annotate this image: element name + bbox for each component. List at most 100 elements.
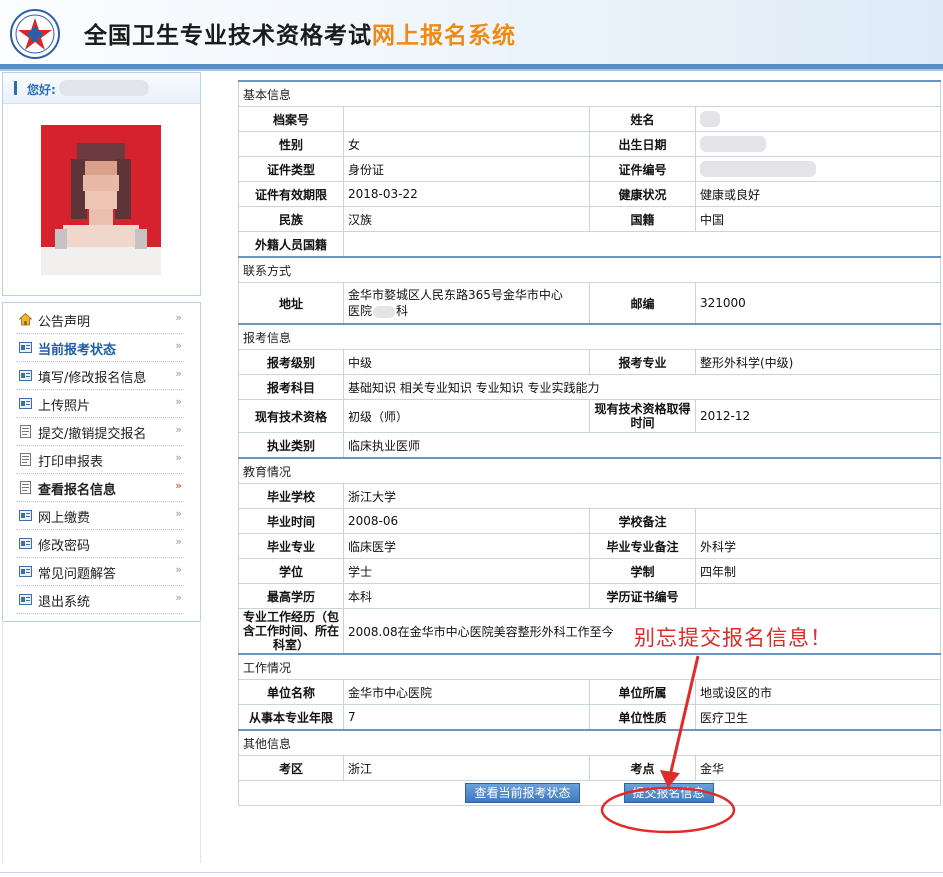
- section-row: 联系方式: [237, 256, 942, 283]
- chevron-right-icon: »: [175, 339, 182, 352]
- document-icon: [20, 425, 31, 438]
- field-label: 证件类型: [238, 156, 344, 182]
- field-value: 四年制: [694, 558, 942, 584]
- table-row: 报考科目 基础知识 相关专业知识 专业知识 专业实践能力: [238, 374, 942, 400]
- nav-item-current-status[interactable]: 当前报考状态 »: [16, 334, 184, 362]
- nav-label: 提交/撤销提交报名: [38, 427, 147, 442]
- nav-label: 公告声明: [38, 315, 91, 330]
- nav-item-online-payment[interactable]: 网上缴费 »: [16, 502, 184, 530]
- card-icon: [19, 594, 32, 605]
- field-label: 执业类别: [238, 432, 344, 459]
- system-title: 全国卫生专业技术资格考试网上报名系统: [84, 16, 516, 50]
- table-row: 专业工作经历（包含工作时间、所在科室） 2008.08在金华市中心医院美容整形外…: [238, 608, 942, 655]
- nav-item-print-form[interactable]: 打印申报表 »: [16, 446, 184, 474]
- field-label: 现有技术资格: [238, 399, 344, 433]
- nav-item-view-info[interactable]: 查看报名信息 »: [16, 474, 184, 502]
- nav-label: 打印申报表: [38, 455, 104, 470]
- greeting-label: 您好:: [27, 83, 56, 97]
- chevron-right-icon: »: [175, 423, 182, 436]
- field-value: [694, 508, 942, 534]
- section-row: 报考信息: [237, 323, 942, 350]
- field-value: 身份证: [343, 156, 590, 182]
- header-banner: 全国卫生专业技术资格考试网上报名系统: [0, 0, 943, 64]
- table-row: 民族 汉族 国籍 中国: [238, 206, 942, 232]
- nav-item-change-password[interactable]: 修改密码 »: [16, 530, 184, 558]
- section-row: 基本信息: [237, 80, 942, 107]
- nav-item-announcement[interactable]: 公告声明 »: [16, 306, 184, 334]
- field-label: 地址: [238, 282, 344, 325]
- field-value: 2012-12: [694, 399, 942, 433]
- user-bar: 您好:: [3, 73, 200, 104]
- table-row: 地址 金华市婺城区人民东路365号金华市中心 医院 科 邮编 321000: [238, 282, 942, 325]
- chevron-right-icon: »: [175, 563, 182, 576]
- section-title-exam: 报考信息: [237, 323, 942, 350]
- address-line2b: 科: [396, 304, 409, 318]
- title-accent-text: 网上报名系统: [372, 23, 516, 49]
- section-title-education: 教育情况: [237, 457, 942, 484]
- field-value: 2008-06: [343, 508, 590, 534]
- field-value: 健康或良好: [694, 181, 942, 207]
- card-icon: [19, 538, 32, 549]
- table-row: 证件有效期限 2018-03-22 健康状况 健康或良好: [238, 181, 942, 207]
- field-label: 外籍人员国籍: [238, 231, 344, 258]
- field-label: 现有技术资格取得时间: [589, 399, 696, 433]
- birth-value-redacted: [694, 131, 942, 157]
- field-label: 毕业时间: [238, 508, 344, 534]
- user-panel: 您好:: [2, 72, 201, 296]
- document-icon: [20, 481, 31, 494]
- nav-item-edit-info[interactable]: 填写/修改报名信息 »: [16, 362, 184, 390]
- table-row: 证件类型 身份证 证件编号: [238, 156, 942, 182]
- field-label: 毕业专业: [238, 533, 344, 559]
- field-label: 性别: [238, 131, 344, 157]
- nav-label: 修改密码: [38, 539, 91, 554]
- nav-label: 上传照片: [38, 399, 91, 414]
- field-label: 毕业专业备注: [589, 533, 696, 559]
- table-row: 学位 学士 学制 四年制: [238, 558, 942, 584]
- field-label: 报考级别: [238, 349, 344, 375]
- table-row: 毕业学校 浙江大学: [238, 483, 942, 509]
- nav-label: 当前报考状态: [38, 343, 117, 358]
- chevron-right-icon: »: [175, 591, 182, 604]
- field-label: 报考科目: [238, 374, 344, 400]
- nav-item-submit-cancel[interactable]: 提交/撤销提交报名 »: [16, 418, 184, 446]
- field-label: 学历证书编号: [589, 583, 696, 609]
- view-status-button[interactable]: 查看当前报考状态: [465, 783, 580, 803]
- field-value: 中国: [694, 206, 942, 232]
- nav-item-faq[interactable]: 常见问题解答 »: [16, 558, 184, 586]
- field-label: 报考专业: [589, 349, 696, 375]
- table-row: 执业类别 临床执业医师: [238, 432, 942, 459]
- field-label: 国籍: [589, 206, 696, 232]
- nav-item-upload-photo[interactable]: 上传照片 »: [16, 390, 184, 418]
- card-icon: [19, 370, 32, 381]
- field-value: 浙江: [343, 755, 590, 781]
- registration-info-panel: 基本信息 档案号 姓名 性别 女 出生日期 证件类型 身份证 证件编号 证件有效…: [237, 80, 942, 806]
- section-title-basic: 基本信息: [237, 80, 942, 107]
- field-value: [343, 106, 590, 132]
- field-value: 女: [343, 131, 590, 157]
- section-row: 教育情况: [237, 457, 942, 484]
- address-line2a: 医院: [348, 304, 373, 318]
- field-value: 浙江大学: [342, 483, 942, 509]
- nav-item-logout[interactable]: 退出系统 »: [16, 586, 184, 614]
- nav-panel: 公告声明 » 当前报考状态 » 填写/修改报名信息 » 上传照片 » 提交/撤销…: [2, 302, 201, 622]
- chevron-right-icon: »: [175, 451, 182, 464]
- chevron-right-icon: »: [175, 479, 182, 492]
- chevron-right-icon: »: [175, 367, 182, 380]
- field-label: 单位名称: [238, 679, 344, 705]
- field-label: 从事本专业年限: [238, 704, 344, 731]
- user-photo: [41, 125, 161, 275]
- table-row: 现有技术资格 初级（师） 现有技术资格取得时间 2012-12: [238, 399, 942, 433]
- field-label: 出生日期: [589, 131, 696, 157]
- address-value: 金华市婺城区人民东路365号金华市中心 医院 科: [343, 282, 590, 325]
- table-row: 最高学历 本科 学历证书编号: [238, 583, 942, 609]
- field-value: 7: [343, 704, 590, 731]
- table-row: 档案号 姓名: [238, 106, 942, 132]
- field-value: 中级: [343, 349, 590, 375]
- field-label: 专业工作经历（包含工作时间、所在科室）: [238, 608, 344, 655]
- chevron-right-icon: »: [175, 311, 182, 324]
- card-icon: [19, 566, 32, 577]
- nav-label: 退出系统: [38, 595, 91, 610]
- field-value: [342, 231, 942, 258]
- field-label: 健康状况: [589, 181, 696, 207]
- reminder-annotation: 别忘提交报名信息！: [634, 626, 832, 650]
